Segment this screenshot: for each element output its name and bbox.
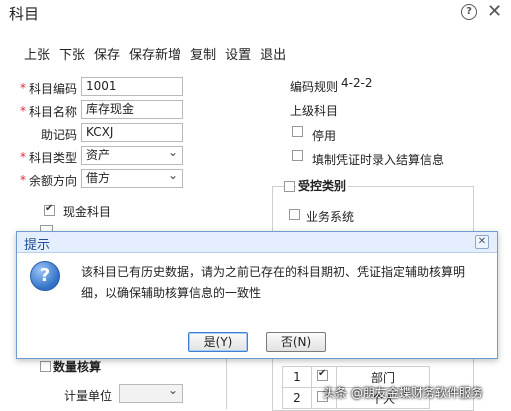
voucher-checkbox[interactable]	[292, 150, 303, 161]
mnemonic-field[interactable]: KCXJ	[81, 123, 183, 142]
parent-label: 上级科目	[290, 104, 339, 118]
table-row-checkbox[interactable]	[317, 368, 328, 381]
voucher-label: 填制凭证时录入结算信息	[312, 153, 445, 167]
business-system-checkbox[interactable]	[289, 209, 300, 220]
unit-label: 计量单位	[64, 389, 113, 403]
prompt-dialog: 提示 ✕ ? 该科目已有历史数据，请为之前已存在的科目期初、凭证指定辅助核算明细…	[16, 231, 498, 359]
code-field[interactable]: 1001	[81, 77, 183, 96]
name-field[interactable]: 库存现金	[81, 100, 183, 119]
controlled-title: 受控类别	[296, 177, 349, 194]
dialog-header: 提示 ✕	[17, 232, 497, 253]
question-icon: ?	[30, 261, 60, 291]
code-rule-value: 4-2-2	[341, 76, 373, 90]
help-icon[interactable]: ?	[461, 4, 477, 20]
no-button[interactable]: 否(N)	[266, 332, 326, 352]
dialog-title: 提示	[24, 238, 51, 253]
name-label: 科目名称	[28, 105, 77, 119]
toolbar-next-button[interactable]: 下张	[59, 48, 85, 63]
column-divider	[226, 351, 227, 409]
table-row-index: 1	[282, 366, 312, 388]
dialog-message: 该科目已有历史数据，请为之前已存在的科目期初、凭证指定辅助核算明细，以确保辅助核…	[81, 265, 466, 300]
code-label: 科目编码	[28, 82, 77, 96]
toolbar: 上张 下张 保存 保存新增 复制 设置 退出	[24, 44, 295, 63]
toolbar-exit-button[interactable]: 退出	[260, 48, 286, 63]
toolbar-prev-button[interactable]: 上张	[24, 48, 50, 63]
window-title: 科目	[9, 5, 40, 23]
measure-checkbox[interactable]	[40, 361, 51, 372]
mnemonic-label: 助记码	[40, 128, 77, 142]
toolbar-save-new-button[interactable]: 保存新增	[129, 48, 181, 63]
close-icon[interactable]: ✕	[487, 1, 502, 22]
controlled-checkbox[interactable]	[284, 181, 295, 192]
measure-label: 数量核算	[53, 360, 102, 374]
type-select[interactable]: 资产	[81, 144, 183, 165]
cash-checkbox[interactable]	[44, 203, 55, 216]
yes-button[interactable]: 是(Y)	[188, 332, 248, 352]
type-select-value: 资产	[86, 148, 111, 162]
toolbar-save-button[interactable]: 保存	[94, 48, 120, 63]
balance-label: 余额方向	[28, 174, 77, 188]
window-titlebar: 科目 ? ✕	[0, 0, 511, 26]
toolbar-copy-button[interactable]: 复制	[190, 48, 216, 63]
disabled-checkbox[interactable]	[292, 126, 303, 137]
table-row-index: 2	[282, 387, 312, 409]
toolbar-settings-button[interactable]: 设置	[225, 48, 251, 63]
watermark-text: 头条 @朋友金蝶财务软件服务	[323, 386, 483, 400]
business-system-label: 业务系统	[306, 210, 355, 224]
type-label: 科目类型	[28, 151, 77, 165]
dialog-close-icon[interactable]: ✕	[475, 235, 489, 249]
balance-select-value: 借方	[86, 171, 111, 185]
code-rule-label: 编码规则	[290, 80, 339, 94]
disabled-label: 停用	[312, 129, 337, 143]
balance-select[interactable]: 借方	[81, 167, 183, 188]
cash-checkbox-label: 现金科目	[63, 205, 112, 219]
unit-select[interactable]	[119, 382, 183, 403]
